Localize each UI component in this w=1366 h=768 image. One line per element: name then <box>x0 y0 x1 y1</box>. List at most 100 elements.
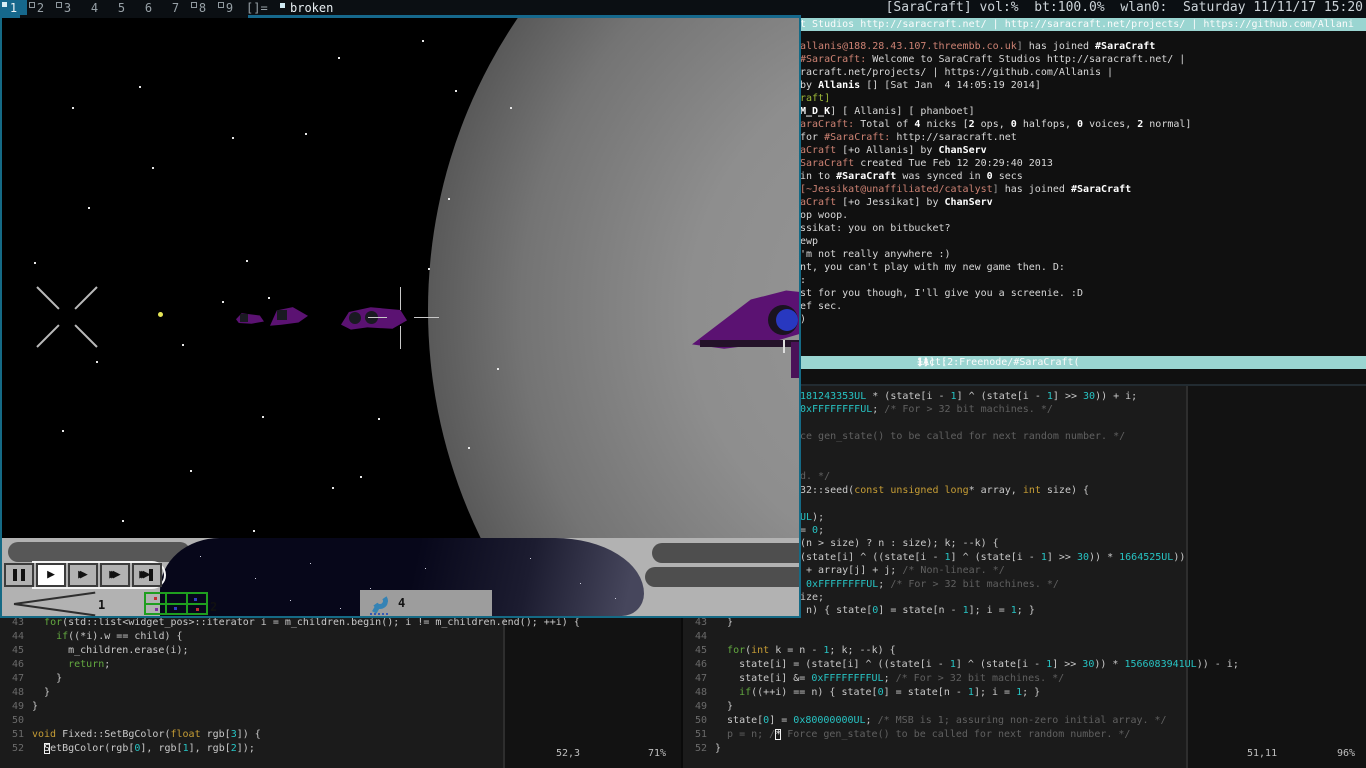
text-segment: raft] <box>800 93 830 104</box>
game-hud-bar: ▶ ▶▶ ▶▶▶ ▶▶▶ 1 <box>2 538 799 616</box>
tag-label: 2 <box>37 1 44 15</box>
text-segment: Total of <box>854 119 914 130</box>
code-line: 49 } <box>685 700 733 714</box>
irc-topic-text: t Studios http://saracraft.net/ | http:/… <box>800 18 1354 31</box>
tag-client-indicator <box>29 2 35 8</box>
star <box>152 167 154 169</box>
text-segment: ops, <box>975 119 1011 130</box>
compass-tool-button[interactable]: 1 <box>6 590 110 616</box>
tag-client-indicator <box>218 2 224 8</box>
fast-forward-icon: ▶▶ <box>78 565 88 585</box>
workspace-tags: 123456789 <box>0 0 243 15</box>
workspace-tag-4[interactable]: 4 <box>81 0 108 15</box>
text-segment: ]) { <box>237 729 261 740</box>
vim-left-scroll-percent: 71% <box>648 748 666 759</box>
text-segment: ); <box>812 512 824 523</box>
text-segment: /* For > 32 bit machines. */ <box>896 673 1065 684</box>
play-button[interactable]: ▶ <box>36 563 66 587</box>
text-segment: http://saracraft.net <box>890 132 1016 143</box>
text-segment: ] >> <box>1053 391 1083 402</box>
play-icon: ▶ <box>47 565 55 585</box>
spaceship-small-2[interactable] <box>270 306 308 328</box>
code-line: 50 <box>2 714 32 728</box>
pause-button[interactable] <box>4 563 34 587</box>
text-segment: float <box>170 729 200 740</box>
irc-message-line: SaraCraft created Tue Feb 12 20:29:40 20… <box>800 157 1053 170</box>
fast-forward-button[interactable]: ▶▶ <box>68 563 98 587</box>
irc-message-line: M_D_K] [ Allanis] [ phanboet] <box>800 105 975 118</box>
irc-message-line: araCraft: Total of 4 nicks [2 ops, 0 hal… <box>800 118 1191 131</box>
star <box>72 107 74 109</box>
text-segment: ] [ Allanis] [ phanboet] <box>830 106 975 117</box>
line-number: 52 <box>2 742 24 756</box>
spaceship-medium[interactable] <box>341 305 407 333</box>
workspace-tag-1[interactable]: 1 <box>0 0 27 15</box>
workspace-tag-7[interactable]: 7 <box>162 0 189 15</box>
text-segment: ] <box>917 356 923 369</box>
text-segment: ; <box>884 673 896 684</box>
text-segment: 1664525UL <box>1119 552 1173 563</box>
workspace-tag-2[interactable]: 2 <box>27 0 54 15</box>
text-segment: rgb[ <box>201 729 231 740</box>
line-number: 48 <box>2 686 24 700</box>
text-segment: 30 <box>1077 552 1089 563</box>
max-forward-button[interactable]: ▶▶▶ <box>132 563 162 587</box>
code-line: 44 if((*i).w == child) { <box>2 630 183 644</box>
layout-symbol[interactable]: []= <box>246 0 268 16</box>
workspace-tag-8[interactable]: 8 <box>189 0 216 15</box>
text-segment: = <box>800 525 812 536</box>
planet <box>428 17 799 538</box>
wrench-tool-button[interactable]: 4 <box>360 590 492 616</box>
line-number: 51 <box>2 728 24 742</box>
game-viewport <box>2 17 799 538</box>
star <box>190 470 192 472</box>
text-segment: ] = state[n - <box>878 605 962 616</box>
code-line-fragment: 0xFFFFFFFFUL; /* For > 32 bit machines. … <box>800 578 1059 591</box>
star <box>62 430 64 432</box>
text-segment: )) * <box>1089 552 1119 563</box>
code-line: 43 } <box>685 616 733 630</box>
irc-message-line: ewp <box>800 235 818 248</box>
workspace-tag-9[interactable]: 9 <box>216 0 243 15</box>
text-segment: ((*i).w == child) { <box>68 631 182 642</box>
text-segment: k = n - <box>769 645 823 656</box>
code-line: 46 state[i] = (state[i] ^ ((state[i - 1]… <box>685 658 1239 672</box>
star <box>222 301 224 303</box>
workspace-tag-3[interactable]: 3 <box>54 0 81 15</box>
text-segment: ; <box>872 404 884 415</box>
tag-label: 7 <box>172 1 179 15</box>
line-number: 49 <box>685 700 707 714</box>
workspace-tag-6[interactable]: 6 <box>135 0 162 15</box>
faster-forward-button[interactable]: ▶▶▶ <box>100 563 130 587</box>
code-line-fragment: n) { state[0] = state[n - 1]; i = 1; } <box>800 604 1035 617</box>
text-segment: secs <box>993 171 1023 182</box>
yellow-star <box>158 312 163 317</box>
text-segment: )) * <box>1094 659 1124 670</box>
text-segment: d. */ <box>800 471 830 482</box>
workspace-tag-5[interactable]: 5 <box>108 0 135 15</box>
code-line: 51void Fixed::SetBgColor(float rgb[3]) { <box>2 728 261 742</box>
text-segment: [] [Sat Jan 4 14:05:19 2014] <box>860 80 1041 91</box>
star <box>360 476 362 478</box>
text-segment: ChanServ <box>938 145 986 156</box>
text-segment: 0x80000000UL <box>793 715 865 726</box>
text-segment: )) - i; <box>1197 659 1239 670</box>
text-segment: allanis@188.28.43.107.threembb.co.uk <box>800 41 1017 52</box>
text-segment: ] ^ (state[i - <box>951 552 1041 563</box>
text-segment: ; <box>104 659 110 670</box>
star <box>428 268 430 270</box>
line-number: 52 <box>685 742 707 756</box>
text-segment: araCraft: <box>800 119 854 130</box>
text-segment: ize; <box>800 592 824 603</box>
star <box>88 207 90 209</box>
text-segment: } <box>715 743 721 754</box>
line-number: 50 <box>685 714 707 728</box>
spaceship-small-1[interactable] <box>236 311 264 326</box>
line-number: 43 <box>685 616 707 630</box>
code-line: 49} <box>2 700 38 714</box>
game-window[interactable]: ▶ ▶▶ ▶▶▶ ▶▶▶ 1 <box>0 15 801 618</box>
hud-right-pill-1 <box>652 543 799 563</box>
text-segment: st for you though, I'll give you a scree… <box>800 288 1083 299</box>
desktop: t Studios http://saracraft.net/ | http:/… <box>0 0 1366 768</box>
code-line: 47 } <box>2 672 62 686</box>
